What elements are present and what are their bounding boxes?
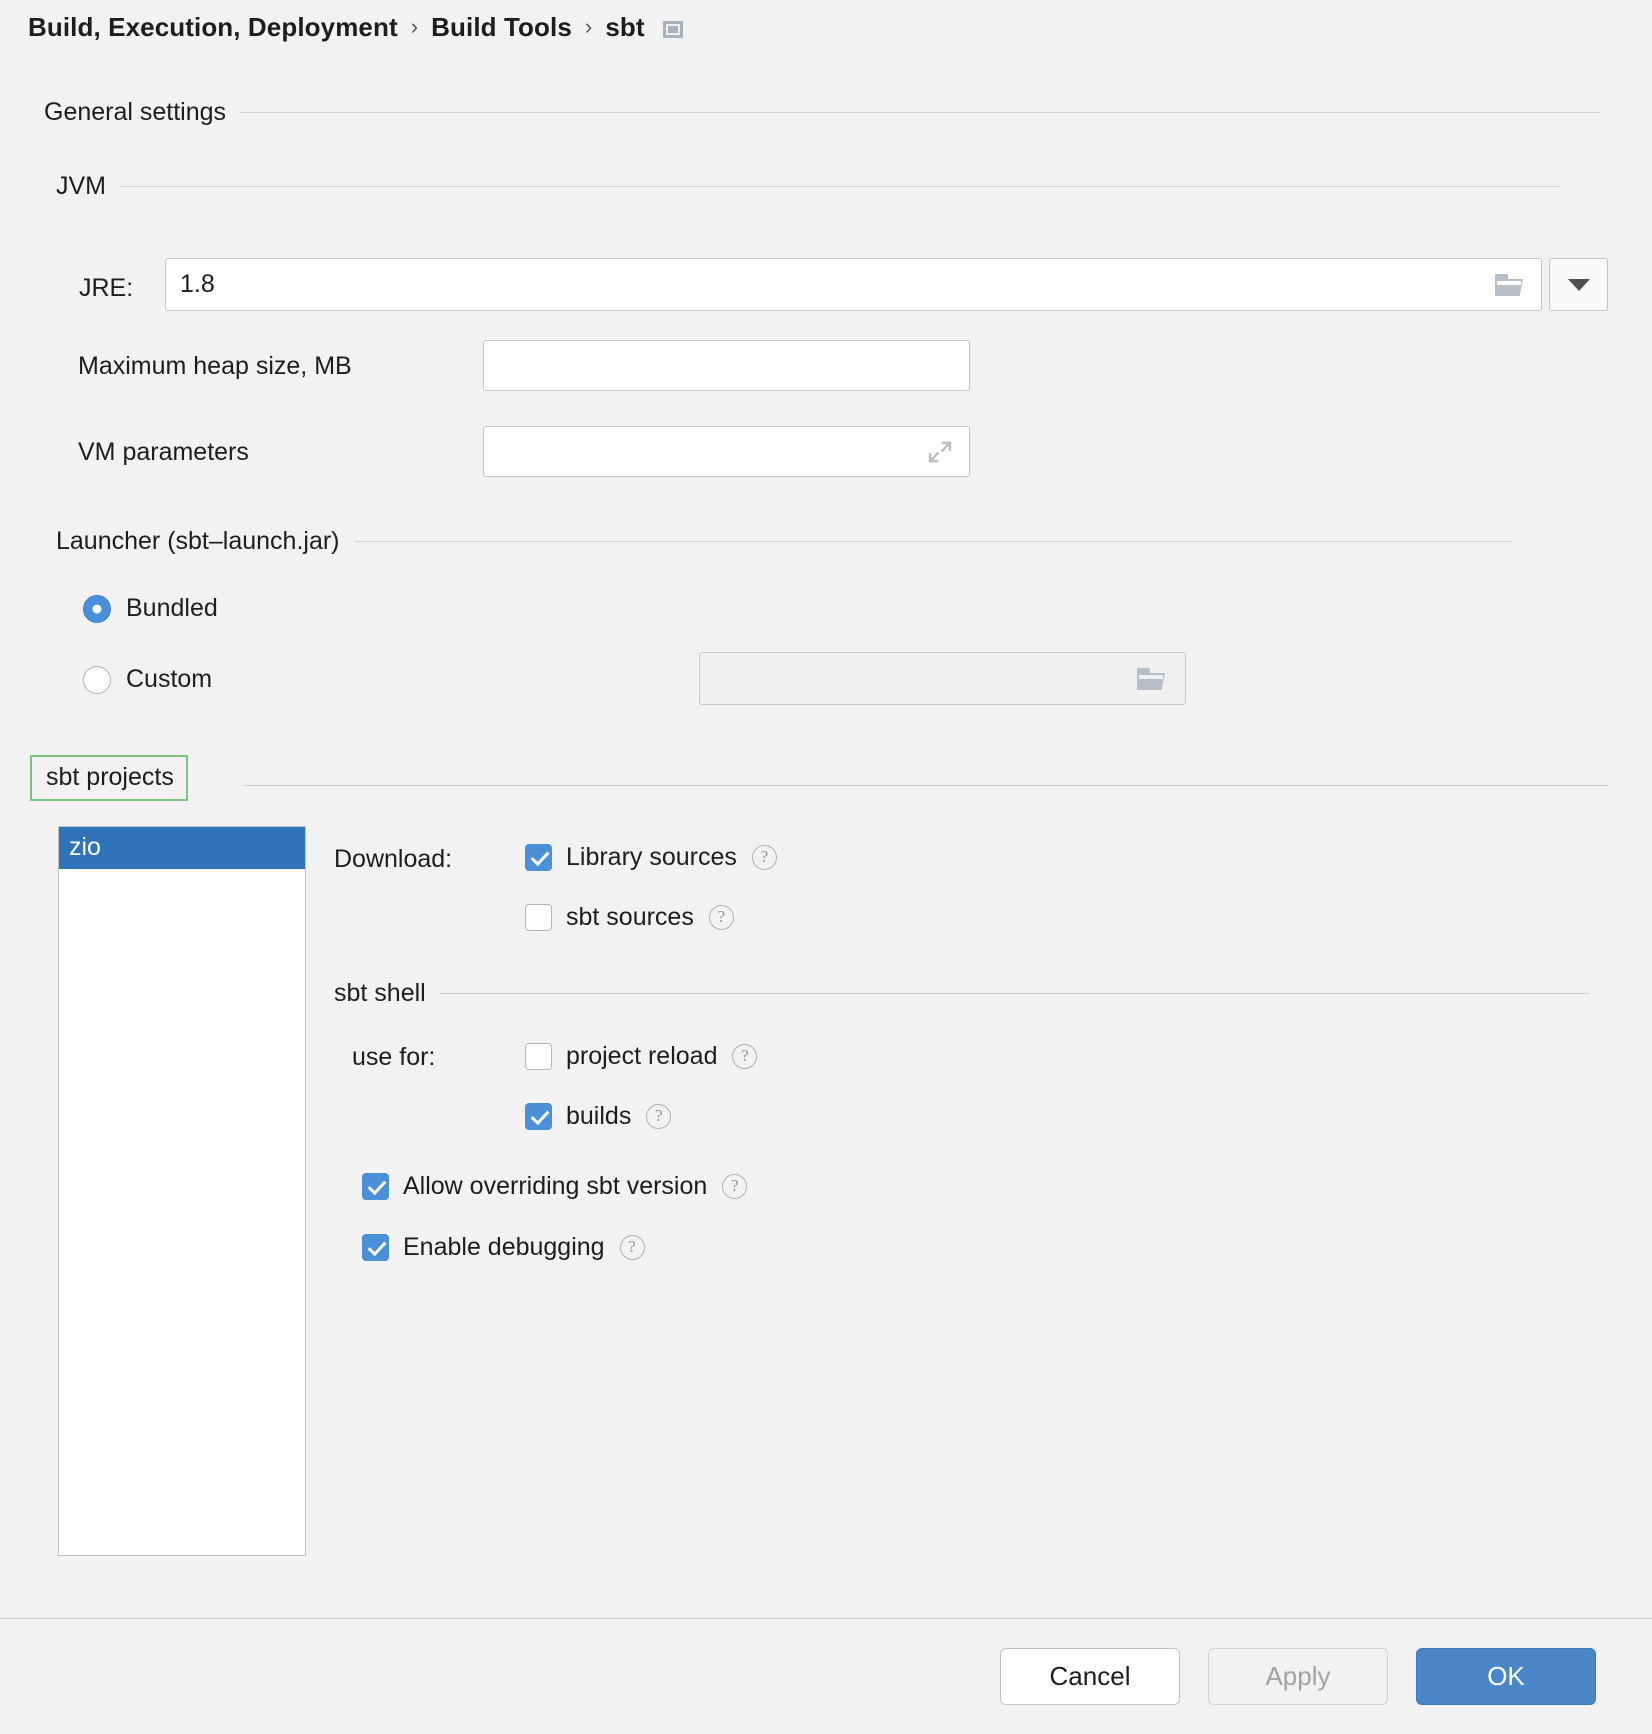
checkbox-builds[interactable] (525, 1103, 552, 1130)
help-icon[interactable]: ? (722, 1174, 747, 1199)
folder-icon[interactable] (1495, 274, 1523, 296)
breadcrumb-item-build-execution-deployment[interactable]: Build, Execution, Deployment (28, 12, 398, 43)
checkbox-label: Allow overriding sbt version (403, 1172, 707, 1201)
help-icon[interactable]: ? (620, 1235, 645, 1260)
apply-button[interactable]: Apply (1208, 1648, 1388, 1705)
checkbox-row-enable-debugging[interactable]: Enable debugging ? (362, 1233, 645, 1262)
folder-icon[interactable] (1137, 668, 1165, 690)
help-icon[interactable]: ? (732, 1044, 757, 1069)
breadcrumb-separator: › (411, 14, 418, 40)
chevron-down-icon (1568, 279, 1590, 291)
checkbox-enable-debugging[interactable] (362, 1234, 389, 1261)
window-icon[interactable] (663, 21, 683, 38)
checkbox-label: Enable debugging (403, 1233, 605, 1262)
divider (440, 993, 1590, 994)
group-header-label: sbt projects (46, 763, 174, 791)
launcher-option-label: Custom (126, 665, 212, 694)
radio-bundled[interactable] (83, 595, 111, 623)
ok-button[interactable]: OK (1416, 1648, 1596, 1705)
help-icon[interactable]: ? (646, 1104, 671, 1129)
launcher-option-label: Bundled (126, 594, 218, 623)
checkbox-project-reload[interactable] (525, 1043, 552, 1070)
checkbox-row-project-reload[interactable]: project reload ? (525, 1042, 757, 1071)
radio-custom[interactable] (83, 666, 111, 694)
checkbox-allow-overriding-sbt-version[interactable] (362, 1173, 389, 1200)
max-heap-input[interactable] (483, 340, 970, 391)
group-header-sbt-shell: sbt shell (334, 979, 1608, 1008)
launcher-option-bundled[interactable]: Bundled (83, 594, 218, 623)
use-for-label: use for: (352, 1043, 435, 1072)
breadcrumb-separator: › (585, 14, 592, 40)
group-header-label: Launcher (sbt–launch.jar) (56, 527, 340, 556)
list-item[interactable]: zio (59, 827, 305, 869)
group-header-general-settings: General settings (44, 98, 1608, 127)
jre-dropdown-button[interactable] (1549, 258, 1608, 311)
checkbox-row-builds[interactable]: builds ? (525, 1102, 671, 1131)
group-header-launcher: Launcher (sbt–launch.jar) (56, 527, 1608, 556)
checkbox-label: builds (566, 1102, 631, 1131)
checkbox-row-allow-overriding-sbt-version[interactable]: Allow overriding sbt version ? (362, 1172, 747, 1201)
checkbox-label: Library sources (566, 843, 737, 872)
vm-parameters-input[interactable] (483, 426, 970, 477)
group-header-label: JVM (56, 172, 106, 201)
divider (243, 785, 1608, 786)
vm-parameters-label: VM parameters (78, 438, 249, 467)
checkbox-label: sbt sources (566, 903, 694, 932)
cancel-button[interactable]: Cancel (1000, 1648, 1180, 1705)
settings-dialog: Build, Execution, Deployment › Build Too… (0, 0, 1652, 1734)
divider (240, 112, 1600, 113)
breadcrumb-item-build-tools[interactable]: Build Tools (431, 12, 572, 43)
divider (354, 541, 1513, 542)
custom-launcher-path-input[interactable] (699, 652, 1186, 705)
help-icon[interactable]: ? (752, 845, 777, 870)
group-header-label: sbt shell (334, 979, 426, 1008)
breadcrumb-item-sbt[interactable]: sbt (605, 12, 644, 43)
group-header-label: General settings (44, 98, 226, 127)
launcher-option-custom[interactable]: Custom (83, 665, 212, 694)
checkbox-row-library-sources[interactable]: Library sources ? (525, 843, 777, 872)
checkbox-label: project reload (566, 1042, 717, 1071)
jre-value: 1.8 (180, 270, 215, 299)
download-label: Download: (334, 845, 452, 874)
group-header-sbt-projects: sbt projects (30, 755, 188, 801)
footer-divider (0, 1618, 1652, 1619)
jre-input[interactable]: 1.8 (165, 258, 1542, 311)
max-heap-label: Maximum heap size, MB (78, 352, 352, 381)
checkbox-library-sources[interactable] (525, 844, 552, 871)
sbt-projects-list[interactable]: zio (58, 826, 306, 1556)
checkbox-row-sbt-sources[interactable]: sbt sources ? (525, 903, 734, 932)
divider (120, 186, 1560, 187)
jre-label: JRE: (79, 274, 133, 303)
breadcrumb: Build, Execution, Deployment › Build Too… (28, 12, 683, 43)
help-icon[interactable]: ? (709, 905, 734, 930)
checkbox-sbt-sources[interactable] (525, 904, 552, 931)
group-header-jvm: JVM (56, 172, 1608, 201)
expand-icon[interactable] (927, 439, 953, 465)
